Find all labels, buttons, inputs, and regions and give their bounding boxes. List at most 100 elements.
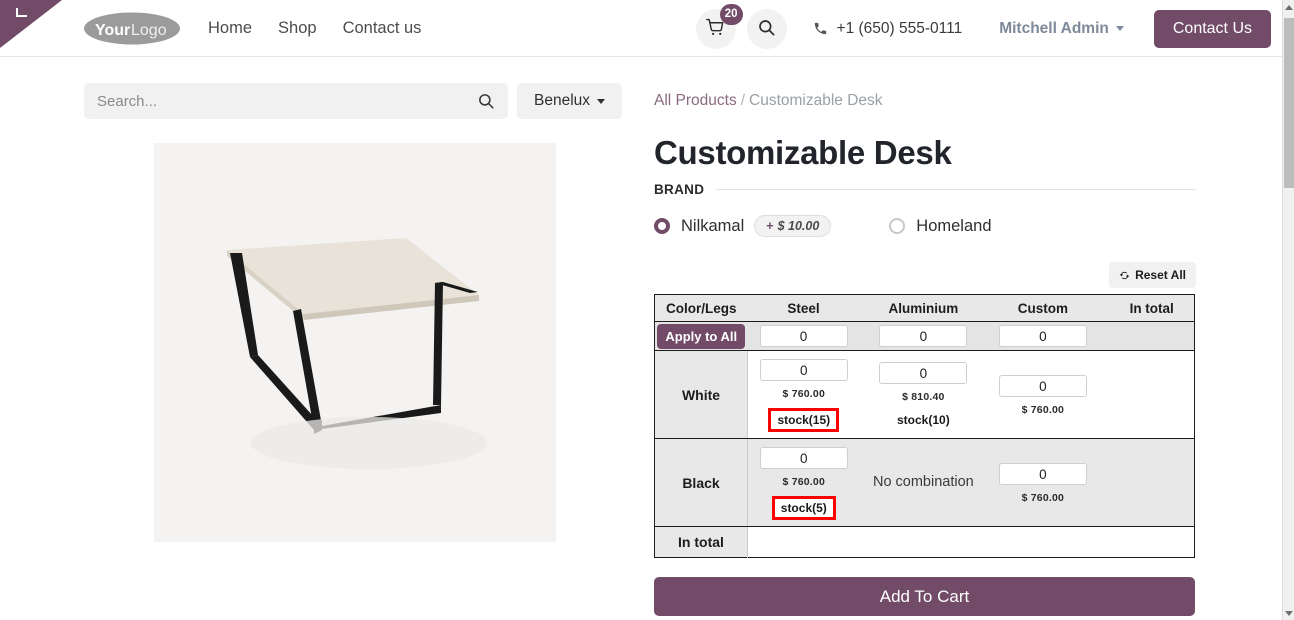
nav-item-home[interactable]: Home xyxy=(208,19,265,38)
total-cell-grand xyxy=(1098,526,1195,558)
apply-to-all-steel-cell xyxy=(747,321,860,351)
brand-legend-label: BRAND xyxy=(654,182,705,197)
brand-label-nilkamal: Nilkamal xyxy=(681,216,745,235)
chevron-down-icon xyxy=(1285,610,1293,616)
header-actions: 20 +1 (650) 555-0111 Mitchell Admin Cont… xyxy=(695,0,1271,57)
breadcrumb-separator: / xyxy=(740,92,746,109)
qty-black-custom[interactable] xyxy=(998,463,1087,485)
reset-all-button[interactable]: Reset All xyxy=(1109,262,1196,288)
matrix-header: Color/Legs Steel Aluminium Custom In tot… xyxy=(654,294,1195,322)
cell-white-custom: $ 760.00 xyxy=(987,350,1099,439)
brand-option-nilkamal[interactable]: Nilkamal + $ 10.00 xyxy=(654,215,832,237)
matrix-header-steel: Steel xyxy=(747,294,860,322)
apply-all-qty-steel[interactable] xyxy=(759,325,848,347)
stock-badge-white-aluminium: stock(10) xyxy=(897,413,950,427)
phone-block[interactable]: +1 (650) 555-0111 xyxy=(813,20,962,38)
apply-all-qty-aluminium[interactable] xyxy=(879,325,968,347)
qty-black-steel[interactable] xyxy=(759,447,848,469)
search-row: Benelux xyxy=(84,83,623,119)
qty-white-custom[interactable] xyxy=(998,375,1087,397)
legend-divider xyxy=(716,189,1196,190)
total-cell-aluminium xyxy=(859,526,988,558)
cell-black-steel: $ 760.00 stock(5) xyxy=(747,438,860,527)
user-menu[interactable]: Mitchell Admin xyxy=(999,20,1124,38)
nav-item-shop[interactable]: Shop xyxy=(265,19,330,38)
search-box xyxy=(84,83,508,119)
radio-nilkamal[interactable] xyxy=(654,218,670,234)
brand-section-legend: BRAND xyxy=(654,182,1196,197)
total-cell-custom xyxy=(987,526,1099,558)
row-label-white: White xyxy=(654,350,748,439)
matrix-total-row: In total xyxy=(654,526,1195,558)
browser-viewport: Your Logo Home Shop Contact us 20 +1 (65… xyxy=(0,0,1294,620)
stock-badge-white-steel: stock(15) xyxy=(768,408,840,432)
qty-white-aluminium[interactable] xyxy=(879,362,968,384)
cell-stack: $ 810.40 stock(10) xyxy=(860,354,988,435)
search-input[interactable] xyxy=(97,92,477,110)
vertical-scrollbar[interactable] xyxy=(1282,0,1294,620)
cell-white-aluminium: $ 810.40 stock(10) xyxy=(859,350,988,439)
search-submit-icon[interactable] xyxy=(477,92,495,110)
table-row: Black $ 760.00 stock(5) No combination xyxy=(654,438,1195,527)
cell-stack: $ 760.00 stock(15) xyxy=(748,351,860,438)
brand-extra-price-badge: + $ 10.00 xyxy=(754,215,832,237)
contact-us-button[interactable]: Contact Us xyxy=(1153,9,1271,48)
price-white-custom: $ 760.00 xyxy=(1021,404,1065,416)
radio-homeland[interactable] xyxy=(889,218,906,234)
reset-row: Reset All xyxy=(654,262,1196,288)
user-name: Mitchell Admin xyxy=(999,19,1109,37)
matrix-header-in-total: In total xyxy=(1098,294,1195,322)
stock-badge-black-steel: stock(5) xyxy=(771,496,836,520)
apply-all-qty-custom[interactable] xyxy=(998,325,1087,347)
site-header: Your Logo Home Shop Contact us 20 +1 (65… xyxy=(0,0,1283,57)
scrollbar-thumb[interactable] xyxy=(1284,18,1294,188)
matrix-header-aluminium: Aluminium xyxy=(859,294,988,322)
cart-count-badge: 20 xyxy=(719,3,743,25)
product-detail-column: All Products / Customizable Desk Customiza… xyxy=(654,88,1196,620)
region-selector[interactable]: Benelux xyxy=(517,83,623,119)
apply-to-all-cell: Apply to All xyxy=(654,321,748,351)
reset-all-label: Reset All xyxy=(1135,268,1186,282)
price-black-steel: $ 760.00 xyxy=(782,476,826,488)
refresh-icon xyxy=(1119,270,1130,281)
chevron-up-icon xyxy=(1285,4,1293,10)
matrix-body: Apply to All White xyxy=(654,321,1195,558)
brand-options: Nilkamal + $ 10.00 Homeland xyxy=(654,215,1196,237)
table-row: White $ 760.00 stock(15) $ 810.40 stock(… xyxy=(654,350,1195,439)
logo-your-text: Your xyxy=(95,22,130,39)
brand-option-homeland[interactable]: Homeland xyxy=(889,216,992,236)
main-navigation: Home Shop Contact us xyxy=(208,0,434,57)
cart-wrapper: 20 xyxy=(695,3,743,49)
site-logo[interactable]: Your Logo xyxy=(83,10,182,47)
product-image[interactable] xyxy=(154,143,556,542)
breadcrumb-all-products[interactable]: All Products xyxy=(654,92,737,109)
logo-logo-text: Logo xyxy=(131,22,167,39)
brand-extra-price: $ 10.00 xyxy=(777,219,820,233)
breadcrumb: All Products / Customizable Desk xyxy=(654,88,1196,114)
cell-black-custom: $ 760.00 xyxy=(987,438,1099,527)
chevron-down-icon xyxy=(1115,26,1124,31)
row-label-black: Black xyxy=(654,438,748,527)
apply-to-all-button[interactable]: Apply to All xyxy=(657,323,746,349)
add-to-cart-button[interactable]: Add To Cart xyxy=(654,577,1195,616)
scroll-down-arrow[interactable] xyxy=(1283,606,1294,620)
no-combination-label: No combination xyxy=(872,474,974,490)
row-label-in-total: In total xyxy=(654,526,748,558)
matrix-apply-to-all-row: Apply to All xyxy=(654,321,1195,351)
nav-item-contact-us[interactable]: Contact us xyxy=(330,19,435,38)
page-title: Customizable Desk xyxy=(654,134,952,171)
qty-white-steel[interactable] xyxy=(759,359,848,381)
phone-icon xyxy=(813,21,828,36)
price-white-aluminium: $ 810.40 xyxy=(902,391,945,403)
plus-sign: + xyxy=(766,219,774,233)
brand-label-homeland: Homeland xyxy=(916,216,992,235)
matrix-header-row: Color/Legs Steel Aluminium Custom In tot… xyxy=(654,294,1195,322)
header-search-button[interactable] xyxy=(746,8,787,49)
apply-to-all-aluminium-cell xyxy=(859,321,988,351)
scroll-up-arrow[interactable] xyxy=(1283,0,1294,14)
chevron-down-icon xyxy=(597,98,606,104)
cell-stack: $ 760.00 xyxy=(987,455,1098,510)
cell-stack: $ 760.00 xyxy=(987,367,1098,422)
region-label: Benelux xyxy=(534,92,591,109)
price-white-steel: $ 760.00 xyxy=(782,388,826,400)
